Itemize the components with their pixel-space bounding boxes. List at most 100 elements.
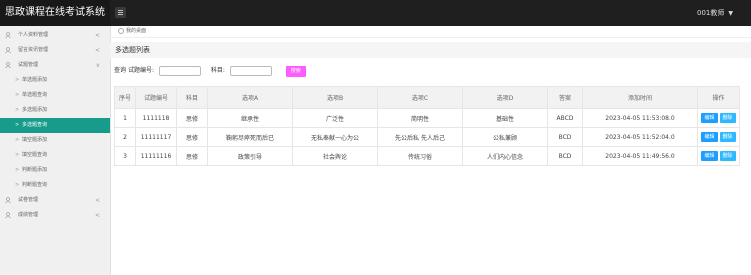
sidebar-item-label: 多选题查询 bbox=[22, 122, 48, 128]
edit-button[interactable]: 编辑 bbox=[701, 151, 718, 161]
chevron-right-icon: > bbox=[15, 182, 20, 188]
cell-option-b: 社会舆论 bbox=[292, 146, 378, 166]
sidebar-item-multi-query[interactable]: > 多选题查询 bbox=[0, 118, 110, 133]
questions-table: 序号 试题编号 科目 选项A 选项B 选项C 选项D 答案 添加时间 操作 1 … bbox=[114, 86, 740, 166]
cell-subject: 思修 bbox=[176, 146, 208, 166]
sidebar-item-label: 判断题添加 bbox=[22, 167, 48, 173]
search-button[interactable]: 搜索 bbox=[285, 65, 306, 77]
sidebar-item-label: 试题管理 bbox=[18, 62, 39, 68]
sidebar-item-single-add[interactable]: > 单选题添加 bbox=[0, 73, 110, 88]
col-header-subject: 科目 bbox=[176, 86, 208, 109]
subject-label: 科目: bbox=[210, 67, 225, 74]
col-header-option-b: 选项B bbox=[292, 86, 378, 109]
chevron-right-icon: > bbox=[15, 152, 20, 158]
user-icon bbox=[5, 212, 11, 218]
sidebar-item-label: 试卷管理 bbox=[18, 197, 39, 203]
sidebar-item-single-query[interactable]: > 单选题查询 bbox=[0, 88, 110, 103]
cell-actions: 编辑 删除 bbox=[697, 127, 740, 147]
cell-time: 2023-04-05 11:52:04.0 bbox=[582, 127, 698, 147]
table-header-row: 序号 试题编号 科目 选项A 选项B 选项C 选项D 答案 添加时间 操作 bbox=[114, 86, 740, 109]
table-row: 2 11111117 思修 鞠躬尽瘁死而后已 无私奉献一心为公 先公后私 先人后… bbox=[114, 127, 740, 147]
cell-time: 2023-04-05 11:49:56.0 bbox=[582, 146, 698, 166]
col-header-time: 添加时间 bbox=[582, 86, 698, 109]
delete-button[interactable]: 删除 bbox=[719, 113, 736, 123]
sidebar-item-fill-query[interactable]: > 填空题查询 bbox=[0, 148, 110, 163]
sidebar-item-label: 留言资讯管理 bbox=[18, 47, 49, 53]
chevron-left-icon: < bbox=[94, 32, 100, 39]
cell-option-b: 无私奉献一心为公 bbox=[292, 127, 378, 147]
chevron-left-icon: < bbox=[94, 47, 100, 54]
chevron-down-icon: ∨ bbox=[95, 62, 100, 69]
cell-option-c: 传统习俗 bbox=[377, 146, 463, 166]
edit-button[interactable]: 编辑 bbox=[701, 113, 718, 123]
home-icon bbox=[118, 27, 124, 34]
chevron-right-icon: > bbox=[15, 77, 20, 83]
sidebar: 个人资料管理 < 留言资讯管理 < 试题管理 ∨ > 单选题添加 > 单选题查询… bbox=[0, 26, 111, 275]
cell-option-c: 简明性 bbox=[377, 108, 463, 128]
col-header-answer: 答案 bbox=[547, 86, 583, 109]
cell-no: 1 bbox=[114, 108, 136, 128]
col-header-option-c: 选项C bbox=[377, 86, 463, 109]
cell-subject: 思修 bbox=[176, 108, 208, 128]
cell-option-a: 继承性 bbox=[207, 108, 293, 128]
chevron-left-icon: < bbox=[94, 197, 100, 204]
sidebar-item-multi-add[interactable]: > 多选题添加 bbox=[0, 103, 110, 118]
sidebar-item-papers[interactable]: 试卷管理 < bbox=[0, 193, 110, 208]
chevron-left-icon: < bbox=[94, 212, 100, 219]
app-title: 思政课程在线考试系统 bbox=[0, 0, 110, 26]
sidebar-item-profile[interactable]: 个人资料管理 < bbox=[0, 28, 110, 43]
cell-option-a: 鞠躬尽瘁死而后已 bbox=[207, 127, 293, 147]
cell-option-d: 人们内心信念 bbox=[462, 146, 548, 166]
page-title: 多选题列表 bbox=[110, 42, 751, 58]
cell-no: 2 bbox=[114, 127, 136, 147]
search-bar: 查询 试题编号: 科目: 搜索 bbox=[114, 64, 306, 78]
sidebar-item-questions[interactable]: 试题管理 ∨ bbox=[0, 58, 110, 73]
cell-no: 3 bbox=[114, 146, 136, 166]
sidebar-item-label: 成绩管理 bbox=[18, 212, 39, 218]
sidebar-item-judge-query[interactable]: > 判断题查询 bbox=[0, 178, 110, 193]
edit-button[interactable]: 编辑 bbox=[701, 132, 718, 142]
sidebar-item-label: 填空题查询 bbox=[22, 152, 48, 158]
chevron-right-icon: > bbox=[15, 167, 20, 173]
col-header-actions: 操作 bbox=[697, 86, 740, 109]
sidebar-item-label: 个人资料管理 bbox=[18, 32, 49, 38]
cell-option-d: 基础性 bbox=[462, 108, 548, 128]
user-icon bbox=[5, 197, 11, 203]
col-header-option-d: 选项D bbox=[462, 86, 548, 109]
sidebar-item-label: 单选题添加 bbox=[22, 77, 48, 83]
user-icon bbox=[5, 47, 11, 53]
cell-subject: 思修 bbox=[176, 127, 208, 147]
user-icon bbox=[5, 62, 11, 68]
sidebar-item-fill-add[interactable]: > 填空题添加 bbox=[0, 133, 110, 148]
delete-button[interactable]: 删除 bbox=[719, 132, 736, 142]
col-header-code: 试题编号 bbox=[135, 86, 177, 109]
breadcrumb: 我的桌面 bbox=[110, 26, 751, 38]
delete-button[interactable]: 删除 bbox=[719, 151, 736, 161]
sidebar-item-label: 填空题添加 bbox=[22, 137, 48, 143]
cell-answer: ABCD bbox=[547, 108, 583, 128]
sidebar-item-label: 多选题添加 bbox=[22, 107, 48, 113]
caret-down-icon: ▼ bbox=[728, 10, 733, 17]
question-code-input[interactable] bbox=[158, 66, 201, 76]
breadcrumb-item[interactable]: 我的桌面 bbox=[126, 28, 146, 34]
user-menu[interactable]: 001教师 ▼ bbox=[697, 0, 733, 26]
code-label: 试题编号: bbox=[127, 67, 154, 74]
col-header-no: 序号 bbox=[114, 86, 136, 109]
table-row: 1 1111118 思修 继承性 广泛性 简明性 基础性 ABCD 2023-0… bbox=[114, 108, 740, 128]
subject-input[interactable] bbox=[229, 66, 272, 76]
sidebar-item-messages[interactable]: 留言资讯管理 < bbox=[0, 43, 110, 58]
cell-option-a: 政策引导 bbox=[207, 146, 293, 166]
cell-option-b: 广泛性 bbox=[292, 108, 378, 128]
menu-toggle-icon[interactable] bbox=[115, 7, 126, 18]
cell-code: 11111117 bbox=[135, 127, 177, 147]
cell-option-c: 先公后私 先人后己 bbox=[377, 127, 463, 147]
cell-answer: BCD bbox=[547, 127, 583, 147]
sidebar-item-judge-add[interactable]: > 判断题添加 bbox=[0, 163, 110, 178]
sidebar-item-label: 判断题查询 bbox=[22, 182, 48, 188]
user-name: 001教师 bbox=[697, 9, 725, 17]
cell-code: 11111116 bbox=[135, 146, 177, 166]
sidebar-item-scores[interactable]: 成绩管理 < bbox=[0, 208, 110, 223]
chevron-right-icon: > bbox=[15, 92, 20, 98]
cell-code: 1111118 bbox=[135, 108, 177, 128]
cell-actions: 编辑 删除 bbox=[697, 146, 740, 166]
